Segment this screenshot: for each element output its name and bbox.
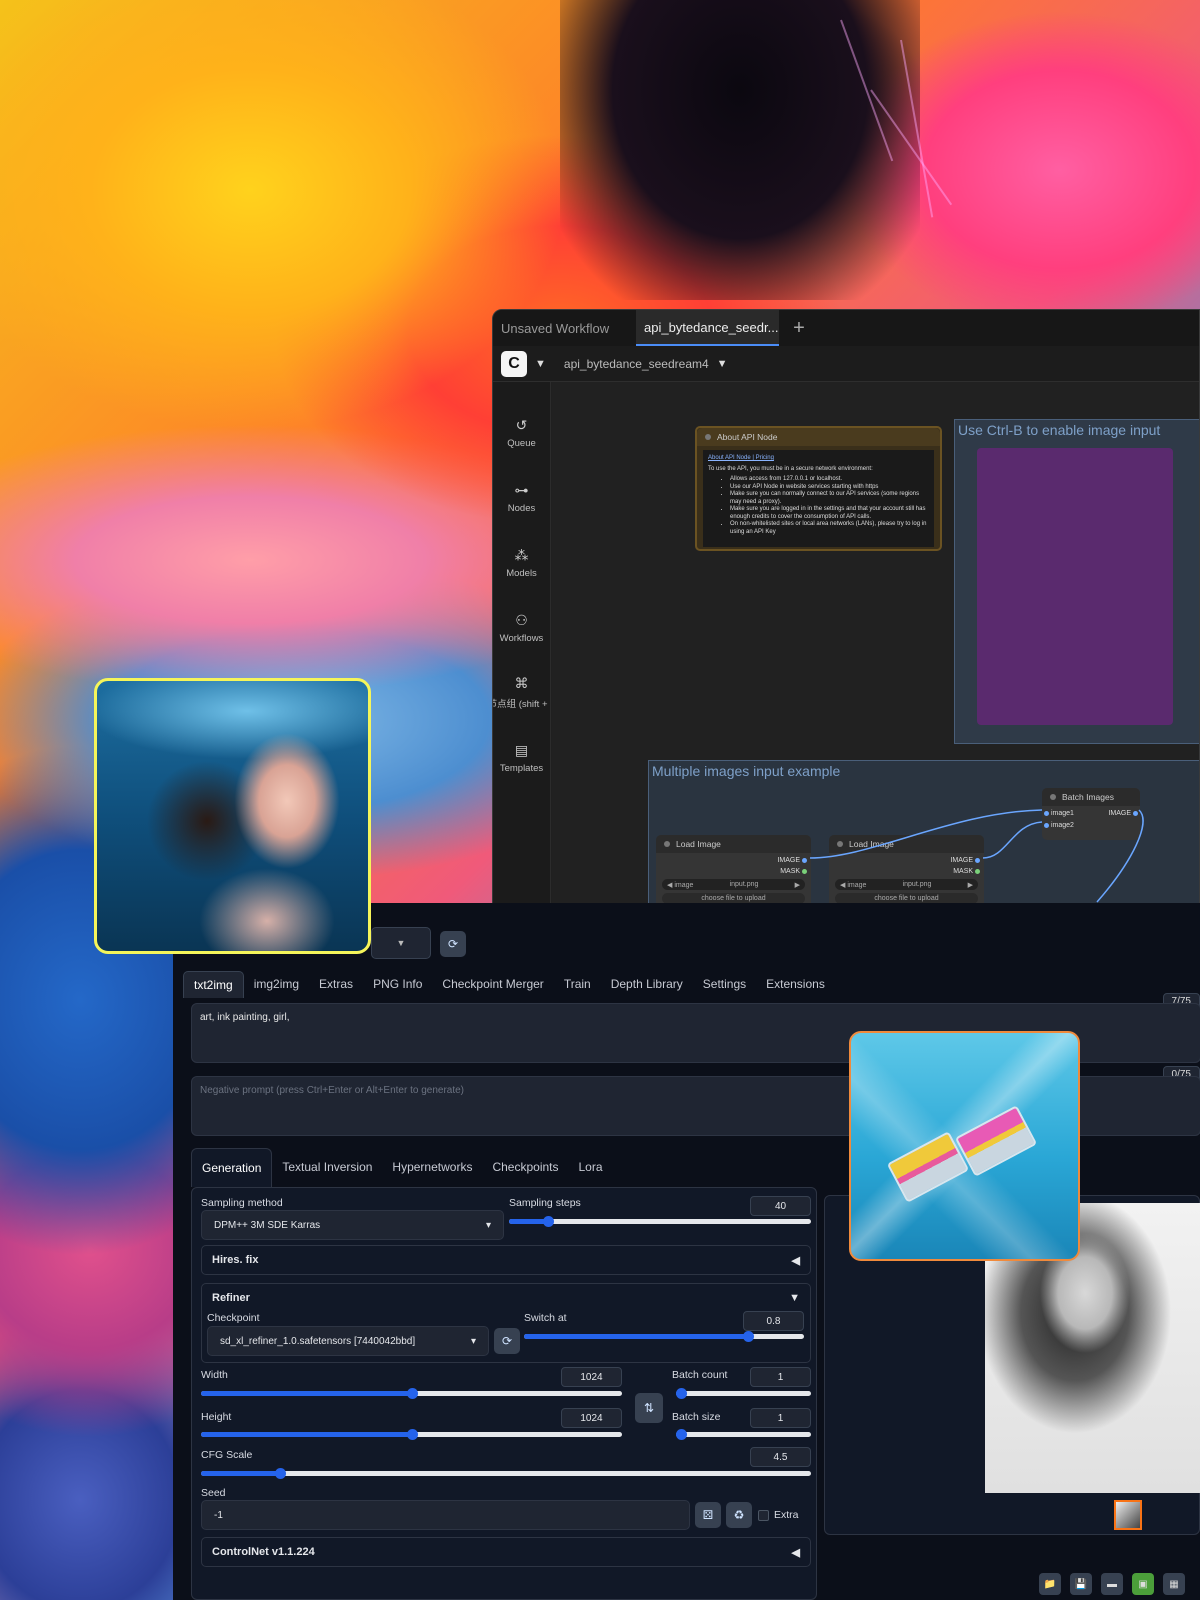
save-icon[interactable]: 💾 [1070,1573,1092,1595]
node-icon: ⊶ [514,481,529,498]
seed-label: Seed [201,1487,226,1499]
comfy-topbar: C ▼ api_bytedance_seedream4 ▼ [493,346,1199,382]
sidebar-item-workflows[interactable]: ⚇ Workflows [493,595,550,660]
seed-input[interactable]: -1 [201,1500,690,1530]
sidebar-item-queue[interactable]: ↺ Queue [493,400,550,465]
hierarchy-icon: ⌘ [514,675,529,691]
width-input[interactable]: 1024 [561,1367,622,1387]
checkpoint-dropdown[interactable]: ▼ [371,927,431,959]
graph-canvas[interactable]: About API Node About API Node | Pricing … [552,382,1199,913]
tab-extras[interactable]: Extras [309,971,363,998]
batch-count-input[interactable]: 1 [750,1367,811,1387]
sidebar-item-node-groups[interactable]: ⌘节点组 (shift + n [493,660,550,725]
tab-checkpoint-merger[interactable]: Checkpoint Merger [432,971,553,998]
refresh-icon[interactable]: ⟳ [440,931,466,957]
tab-img2img[interactable]: img2img [244,971,309,998]
tab-lora[interactable]: Lora [569,1148,613,1187]
extra-label: Extra [774,1509,799,1521]
width-label: Width [201,1369,228,1381]
hires-fix-accordion[interactable]: Hires. fix ◀ [201,1245,811,1275]
sampling-method-select[interactable]: DPM++ 3M SDE Karras ▾ [201,1210,504,1240]
comfyui-window: Unsaved Workflow api_bytedance_seedr... … [492,309,1200,914]
tab-unsaved-workflow[interactable]: Unsaved Workflow [493,310,636,346]
workflow-menu-chevron-icon[interactable]: ▼ [717,358,728,370]
tab-textual-inversion[interactable]: Textual Inversion [272,1148,382,1187]
tab-depth-library[interactable]: Depth Library [601,971,693,998]
batch-size-label: Batch size [672,1411,721,1423]
tab-extensions[interactable]: Extensions [756,971,835,998]
checkpoint-label: Checkpoint [207,1312,260,1324]
dropdown-arrow-icon: ▼ [396,938,406,948]
switch-at-input[interactable]: 0.8 [743,1311,804,1331]
workflow-tabbar: Unsaved Workflow api_bytedance_seedr... … [493,310,1199,346]
width-slider[interactable] [201,1388,622,1399]
templates-icon: ▤ [514,741,529,758]
models-icon: ⁂ [514,546,529,563]
tab-generation[interactable]: Generation [191,1148,273,1187]
sampling-steps-label: Sampling steps [509,1197,581,1209]
batch-size-slider[interactable] [676,1429,811,1440]
batch-size-input[interactable]: 1 [750,1408,811,1428]
sampling-steps-input[interactable]: 40 [750,1196,811,1216]
history-icon: ↺ [515,416,528,433]
batch-count-slider[interactable] [676,1388,811,1399]
dropdown-arrow-icon: ▾ [470,1335,476,1347]
recycle-icon[interactable]: ♻ [726,1502,752,1528]
height-input[interactable]: 1024 [561,1408,622,1428]
send-to-img2img-icon[interactable]: ▣ [1132,1573,1154,1595]
send-to-inpaint-icon[interactable]: ▦ [1163,1573,1185,1595]
cfg-scale-label: CFG Scale [201,1449,253,1461]
underwater-portrait-image [94,678,371,954]
tab-png-info[interactable]: PNG Info [363,971,432,998]
cfg-scale-input[interactable]: 4.5 [750,1447,811,1467]
cfg-scale-slider[interactable] [201,1468,811,1479]
collapse-arrow-icon: ◀ [791,1546,800,1559]
collapse-arrow-icon: ◀ [791,1254,800,1267]
workflow-name[interactable]: api_bytedance_seedream4 [564,357,709,371]
tab-hypernetworks[interactable]: Hypernetworks [382,1148,482,1187]
sampling-steps-slider[interactable] [509,1216,811,1227]
tab-txt2img[interactable]: txt2img [183,971,244,998]
add-tab-button[interactable]: + [779,310,819,346]
generation-tabs: Generation Textual Inversion Hypernetwor… [191,1148,613,1187]
controlnet-accordion[interactable]: ControlNet v1.1.224 ◀ [201,1537,811,1567]
refresh-icon[interactable]: ⟳ [494,1328,520,1354]
tab-checkpoints[interactable]: Checkpoints [482,1148,568,1187]
swap-dimensions-icon[interactable]: ⇅ [635,1393,663,1423]
sidebar-item-models[interactable]: ⁂ Models [493,530,550,595]
switch-at-slider[interactable] [524,1331,804,1342]
tab-api-bytedance[interactable]: api_bytedance_seedr... [636,310,779,346]
height-label: Height [201,1411,232,1423]
comfy-logo-icon[interactable]: C [501,350,527,377]
batch-count-label: Batch count [672,1369,728,1381]
workflow-icon: ⚇ [515,611,528,628]
extra-checkbox[interactable] [758,1510,769,1521]
gallery-thumbnail[interactable] [1114,1500,1142,1530]
cassette-tapes-image [849,1031,1080,1261]
comfy-sidebar: ↺Queue ⊶Nodes ⁂Models ⚇Workflows ⌘节点组 (s… [493,382,551,913]
sidebar-item-templates[interactable]: ▤ Templates [493,725,550,790]
node-links [809,809,1144,903]
main-tabs: txt2img img2img Extras PNG Info Checkpoi… [183,971,835,998]
sidebar-item-nodes[interactable]: ⊶ Nodes [493,465,550,530]
zip-icon[interactable]: ▬ [1101,1573,1123,1595]
expand-arrow-icon: ▼ [789,1292,800,1304]
tab-settings[interactable]: Settings [693,971,756,998]
refiner-checkpoint-select[interactable]: sd_xl_refiner_1.0.safetensors [7440042bb… [207,1326,489,1356]
dice-icon[interactable]: ⚄ [695,1502,721,1528]
dropdown-arrow-icon: ▾ [485,1219,491,1231]
tab-train[interactable]: Train [554,971,601,998]
height-slider[interactable] [201,1429,622,1440]
chevron-down-icon[interactable]: ▼ [535,358,546,370]
folder-icon[interactable]: 📁 [1039,1573,1061,1595]
switch-at-label: Switch at [524,1312,567,1324]
sampling-method-label: Sampling method [201,1197,283,1209]
